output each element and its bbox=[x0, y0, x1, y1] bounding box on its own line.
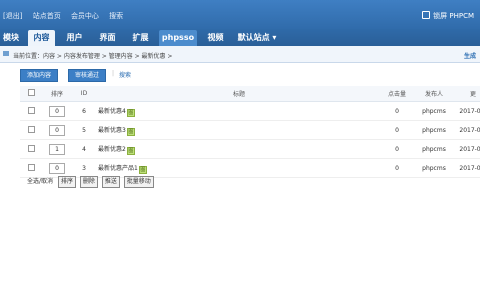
col-author: 发布人 bbox=[412, 86, 456, 102]
menu-item-extend[interactable]: 扩展 bbox=[127, 30, 154, 46]
lock-icon bbox=[422, 11, 431, 19]
tab-separator: | bbox=[112, 70, 115, 77]
sort-button[interactable]: 排序 bbox=[57, 176, 76, 188]
order-input[interactable]: 0 bbox=[49, 105, 65, 117]
row-checkbox[interactable] bbox=[27, 144, 35, 152]
approved-tab[interactable]: 审核通过 bbox=[68, 69, 106, 82]
header-links: [退出] 站点首页 会员中心 搜索 bbox=[3, 11, 131, 21]
menu-item-video[interactable]: 视频 bbox=[202, 30, 229, 46]
select-all-checkbox[interactable] bbox=[27, 89, 35, 96]
col-hits: 点击量 bbox=[382, 86, 412, 102]
menu-item-content[interactable]: 内容 bbox=[28, 30, 55, 46]
row-title-link[interactable]: 最新优惠产品1 bbox=[98, 165, 138, 172]
image-badge-icon: 图 bbox=[138, 165, 147, 174]
order-input[interactable]: 1 bbox=[49, 143, 65, 155]
col-title: 标题 bbox=[96, 86, 382, 102]
select-all-header bbox=[20, 86, 42, 102]
bulk-actions: 全选/取消 排序 删除 推送 批量移动 bbox=[27, 176, 156, 188]
table-row: 0 6 最新优惠4图 0 phpcms 2017-06- bbox=[20, 101, 480, 121]
site-home-link[interactable]: 站点首页 bbox=[33, 12, 61, 20]
site-selector[interactable]: 默认站点 ▾ bbox=[234, 30, 280, 46]
menu-item-interface[interactable]: 界面 bbox=[94, 30, 121, 46]
row-author: phpcms bbox=[412, 158, 456, 178]
row-hits: 0 bbox=[382, 120, 412, 140]
col-order: 排序 bbox=[42, 86, 72, 102]
row-date: 2017-06- bbox=[456, 139, 480, 159]
top-header: [退出] 站点首页 会员中心 搜索 锁屏 PHPCM bbox=[0, 0, 480, 31]
lock-screen[interactable]: 锁屏 PHPCM bbox=[422, 11, 474, 21]
search-tab[interactable]: 搜索 bbox=[119, 70, 131, 79]
table-header: 排序 ID 标题 点击量 发布人 更 bbox=[20, 86, 480, 102]
main-menu: 模块 内容 用户 界面 扩展 phpsso 视频 默认站点 ▾ bbox=[0, 29, 480, 46]
image-badge-icon: 图 bbox=[126, 108, 135, 117]
row-id: 6 bbox=[72, 101, 96, 121]
home-icon bbox=[3, 51, 9, 56]
member-center-link[interactable]: 会员中心 bbox=[71, 12, 99, 20]
row-hits: 0 bbox=[382, 139, 412, 159]
order-input[interactable]: 0 bbox=[49, 124, 65, 136]
push-button[interactable]: 推送 bbox=[101, 176, 120, 188]
delete-button[interactable]: 删除 bbox=[79, 176, 98, 188]
row-date: 2017-06- bbox=[456, 120, 480, 140]
logout-link[interactable]: [退出] bbox=[3, 12, 22, 20]
row-id: 3 bbox=[72, 158, 96, 178]
row-hits: 0 bbox=[382, 158, 412, 178]
select-toggle-link[interactable]: 全选/取消 bbox=[27, 178, 53, 185]
row-title-link[interactable]: 最新优惠4 bbox=[98, 108, 126, 115]
content-table: 排序 ID 标题 点击量 发布人 更 0 6 最新优惠4 图 0 phpcms 2… bbox=[20, 86, 480, 178]
search-link[interactable]: 搜索 bbox=[109, 12, 123, 20]
row-date: 2017-06- bbox=[456, 158, 480, 178]
image-badge-icon: 图 bbox=[126, 127, 135, 136]
col-update: 更 bbox=[456, 86, 480, 102]
menu-item-phpsso[interactable]: phpsso bbox=[159, 30, 197, 46]
row-checkbox[interactable] bbox=[27, 163, 35, 171]
batch-move-button[interactable]: 批量移动 bbox=[123, 176, 154, 188]
table-row: 0 5 最新优惠3图 0 phpcms 2017-06- bbox=[20, 120, 480, 140]
row-title-link[interactable]: 最新优惠2 bbox=[98, 146, 126, 153]
menu-item-users[interactable]: 用户 bbox=[61, 30, 88, 46]
row-author: phpcms bbox=[412, 101, 456, 121]
generate-link[interactable]: 生成 bbox=[464, 51, 476, 60]
add-content-button[interactable]: 添加内容 bbox=[20, 69, 58, 82]
row-checkbox[interactable] bbox=[27, 106, 35, 114]
breadcrumb: 当前位置：内容 > 内容发布管理 > 管理内容 > 最新优惠 > bbox=[13, 53, 173, 60]
table-row: 0 3 最新优惠产品1图 0 phpcms 2017-06- bbox=[20, 158, 480, 178]
row-id: 5 bbox=[72, 120, 96, 140]
image-badge-icon: 图 bbox=[126, 146, 135, 155]
row-author: phpcms bbox=[412, 120, 456, 140]
row-hits: 0 bbox=[382, 101, 412, 121]
breadcrumb-bar: 当前位置：内容 > 内容发布管理 > 管理内容 > 最新优惠 > 生成 bbox=[0, 46, 480, 63]
lock-screen-label: 锁屏 PHPCM bbox=[433, 12, 474, 20]
row-author: phpcms bbox=[412, 139, 456, 159]
table-row: 1 4 最新优惠2图 0 phpcms 2017-06- bbox=[20, 139, 480, 159]
row-checkbox[interactable] bbox=[27, 125, 35, 133]
order-input[interactable]: 0 bbox=[49, 162, 65, 174]
menu-item-modules[interactable]: 模块 bbox=[0, 30, 22, 46]
row-title-link[interactable]: 最新优惠3 bbox=[98, 127, 126, 134]
row-date: 2017-06- bbox=[456, 101, 480, 121]
content-tabs: 添加内容 审核通过 | 搜索 bbox=[0, 68, 480, 82]
col-id: ID bbox=[72, 86, 96, 102]
row-id: 4 bbox=[72, 139, 96, 159]
